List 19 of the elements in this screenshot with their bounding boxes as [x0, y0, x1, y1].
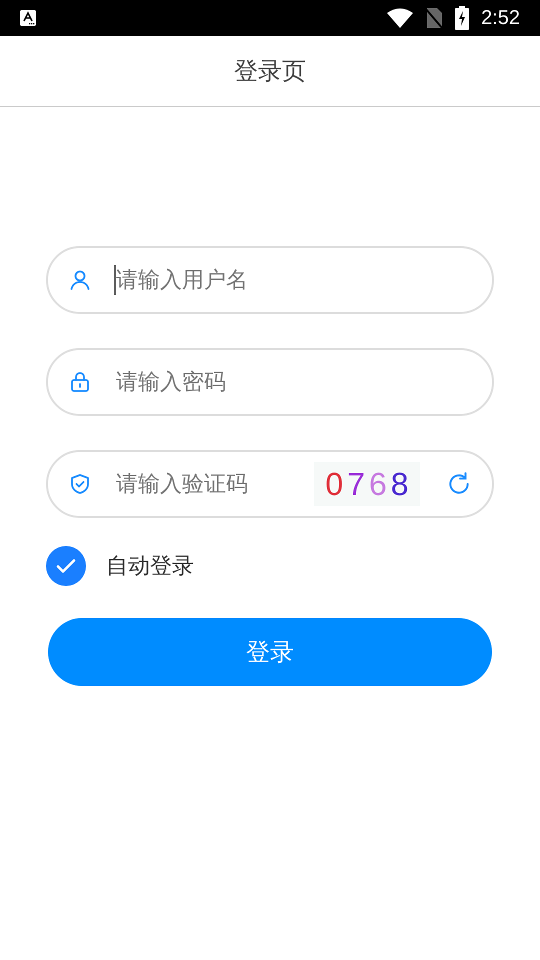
status-time: 2:52 [481, 6, 520, 31]
auto-login-checkbox[interactable] [46, 546, 86, 586]
no-sim-icon [425, 7, 444, 29]
placeholder-text: 请输入验证码 [116, 470, 248, 498]
page-title: 登录页 [234, 56, 306, 87]
lock-icon [68, 370, 92, 394]
input-field[interactable]: 请输入用户名 [46, 246, 494, 314]
placeholder-text: 请输入用户名 [116, 266, 248, 294]
shield-icon [68, 472, 92, 496]
auto-login-label: 自动登录 [106, 552, 194, 580]
wifi-icon [387, 8, 414, 28]
captcha-image[interactable]: 0 7 6 8 [314, 462, 420, 506]
placeholder-text: 请输入密码 [116, 368, 226, 396]
input-field[interactable]: 请输入密码 [46, 348, 494, 416]
user-icon [68, 268, 92, 292]
battery-icon [455, 6, 470, 30]
login-button[interactable]: 登录 [48, 618, 492, 686]
keyboard-notification-icon [20, 10, 36, 26]
input-field[interactable]: 请输入验证码 0 7 6 8 [46, 450, 494, 518]
